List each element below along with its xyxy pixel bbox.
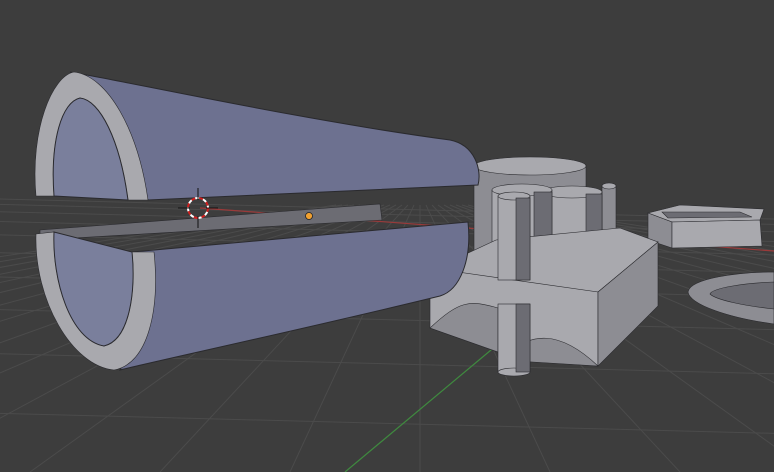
tray-side: [671, 219, 763, 249]
block-with-pegs-object[interactable]: [429, 183, 659, 377]
split-tube-object[interactable]: [34, 71, 480, 371]
y-axis-line: [344, 344, 498, 472]
tray-object[interactable]: [646, 204, 765, 249]
front-peg-bottom-shade: [515, 303, 531, 373]
front-peg-shade: [515, 197, 531, 281]
lower-shell: [118, 221, 470, 371]
3d-viewport[interactable]: [0, 0, 774, 472]
viewport-canvas[interactable]: [0, 0, 774, 472]
tall-cylinder-top: [473, 156, 587, 176]
tray-rim: [661, 211, 753, 219]
ring-object[interactable]: [687, 271, 774, 325]
object-origin-dot: [305, 212, 313, 220]
small-cylinder-top: [601, 182, 617, 190]
grid-line-cross: [0, 412, 774, 434]
